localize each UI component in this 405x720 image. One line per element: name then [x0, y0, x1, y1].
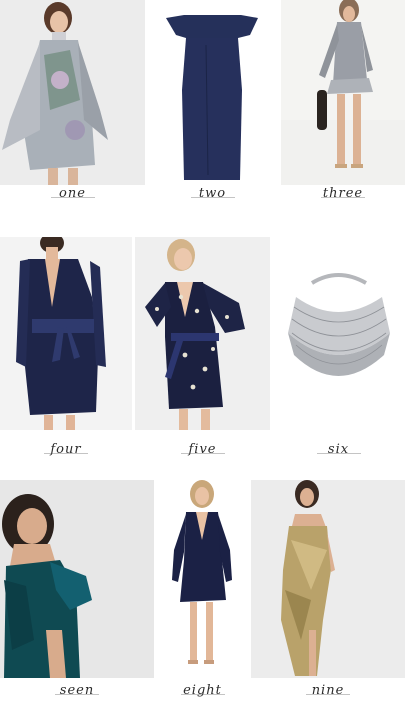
item-4-caption: four: [0, 442, 132, 457]
item-4[interactable]: four: [0, 237, 132, 465]
item-5-photo: [135, 237, 270, 430]
item-8-photo: [156, 480, 249, 678]
item-2-photo: [146, 0, 279, 185]
item-3-caption: three: [281, 186, 405, 201]
item-8-caption: eight: [156, 683, 249, 698]
item-7-caption: seen: [0, 683, 154, 698]
item-3[interactable]: three: [281, 0, 405, 205]
item-1[interactable]: one: [0, 0, 145, 205]
item-1-photo: [0, 0, 145, 185]
item-2-caption: two: [146, 186, 279, 201]
item-7[interactable]: seen: [0, 480, 154, 720]
item-7-photo: [0, 480, 154, 678]
item-9[interactable]: nine: [251, 480, 405, 720]
item-9-caption: nine: [251, 683, 405, 698]
item-6-caption: six: [272, 442, 405, 457]
item-5-caption: five: [135, 442, 270, 457]
item-6-photo: [272, 237, 405, 430]
item-1-caption: one: [0, 186, 145, 201]
outfit-collage: { "items": [ {"caption": "one", "descrip…: [0, 0, 405, 720]
item-2[interactable]: two: [146, 0, 279, 205]
item-5[interactable]: five: [135, 237, 270, 465]
item-4-photo: [0, 237, 132, 430]
item-8[interactable]: eight: [156, 480, 249, 720]
item-6[interactable]: six: [272, 237, 405, 465]
item-3-photo: [281, 0, 405, 185]
item-9-photo: [251, 480, 405, 678]
